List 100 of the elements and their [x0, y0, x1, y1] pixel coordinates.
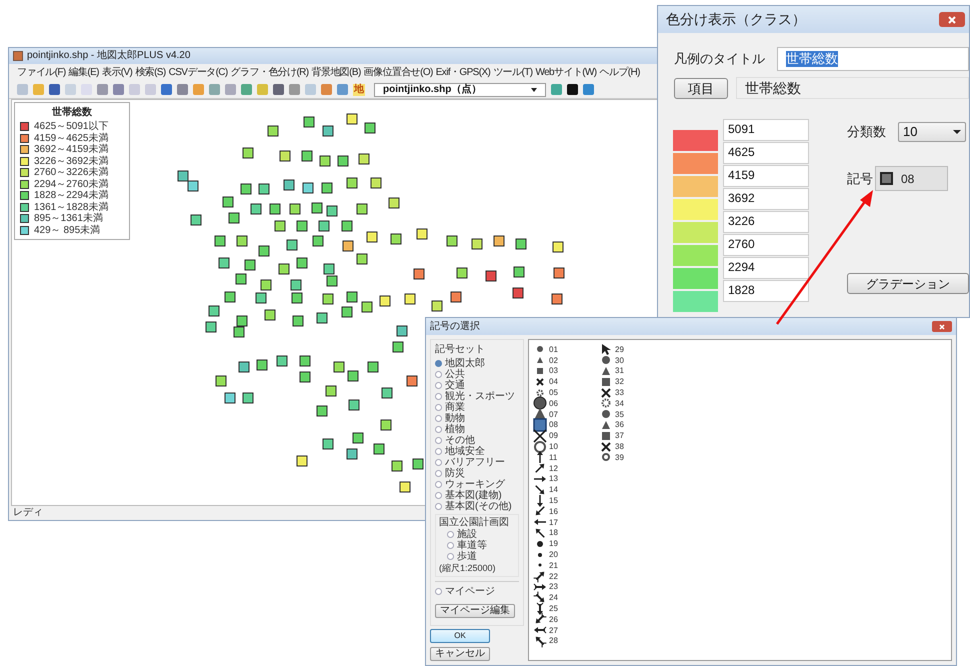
symbol-option[interactable]: 22 [533, 570, 599, 582]
radio-label[interactable]: 観光・スポーツ [445, 391, 515, 402]
menu-item[interactable]: グラフ・色分け(R) [230, 66, 309, 78]
symbol-option[interactable]: 29 [599, 344, 665, 355]
radio-icon[interactable] [435, 437, 442, 444]
class-value-field[interactable]: 3226 [723, 211, 809, 233]
radio-label[interactable]: ウォーキング [445, 479, 505, 490]
radio-icon[interactable] [447, 531, 454, 538]
symbol-option[interactable]: 17 [533, 516, 599, 528]
symbol-option[interactable]: 18 [533, 528, 599, 538]
radio-icon[interactable] [435, 448, 442, 455]
radio-label[interactable]: 動物 [445, 413, 465, 424]
ok-button[interactable]: OK [430, 629, 490, 643]
radio-label[interactable]: 施設 [457, 529, 477, 540]
class-value-field[interactable]: 4159 [723, 165, 809, 187]
radio-label[interactable]: 基本図(建物) [445, 490, 502, 501]
class-value-field[interactable]: 2760 [723, 234, 809, 256]
class-value-field[interactable]: 1828 [723, 280, 809, 302]
symbol-option[interactable]: 06 [533, 398, 599, 409]
class-value-field[interactable]: 5091 [723, 119, 809, 141]
symbol-option[interactable]: 05 [533, 387, 599, 398]
radio-label[interactable]: 植物 [445, 424, 465, 435]
symbol-option[interactable]: 30 [599, 354, 665, 366]
radio-icon[interactable] [435, 393, 442, 400]
class-value-field[interactable]: 4625 [723, 142, 809, 164]
radio-icon[interactable] [435, 470, 442, 477]
menu-item[interactable]: 編集(E) [68, 66, 99, 78]
menu-item[interactable]: 背景地図(B) [312, 66, 361, 78]
radio-label[interactable]: 地図太郎 [445, 358, 485, 369]
symbol-option[interactable]: 38 [599, 441, 665, 452]
map-tool-button[interactable]: 地 [353, 84, 365, 96]
radio-label[interactable]: 商業 [445, 402, 465, 413]
symbol-option[interactable]: 19 [533, 538, 599, 550]
symbol-option[interactable]: 39 [599, 452, 665, 463]
radio-icon[interactable] [435, 382, 442, 389]
symbol-option[interactable]: 33 [599, 387, 665, 398]
menu-item[interactable]: 検索(S) [135, 66, 166, 78]
symbol-option[interactable]: 34 [599, 398, 665, 409]
radio-icon[interactable] [435, 371, 442, 378]
radio-icon[interactable] [447, 542, 454, 549]
radio-label[interactable]: 車道等 [457, 540, 487, 551]
menu-item[interactable]: 画像位置合せ(O) [364, 66, 433, 78]
radio-label[interactable]: マイページ [445, 586, 495, 597]
radio-label[interactable]: 歩道 [457, 551, 477, 562]
menu-item[interactable]: ファイル(F) [17, 66, 66, 78]
symbol-option[interactable]: 24 [533, 592, 599, 604]
symbol-option[interactable]: 35 [599, 408, 665, 420]
radio-icon[interactable] [435, 415, 442, 422]
symbol-option[interactable]: 37 [599, 430, 665, 442]
symbol-option[interactable]: 21 [533, 560, 599, 571]
radio-icon[interactable] [435, 481, 442, 488]
symbol-option[interactable]: 36 [599, 420, 665, 430]
symbol-option[interactable]: 20 [533, 549, 599, 560]
close-button[interactable] [939, 12, 965, 27]
menu-item[interactable]: ツール(T) [493, 66, 532, 78]
radio-icon[interactable] [435, 459, 442, 466]
symbol-option[interactable]: 27 [533, 624, 599, 636]
symbol-option[interactable]: 11 [533, 452, 599, 463]
symbol-option[interactable]: 26 [533, 614, 599, 625]
symbol-option[interactable]: 09 [533, 430, 599, 442]
toolbar-icon[interactable] [567, 84, 578, 95]
symbol-option[interactable]: 15 [533, 495, 599, 506]
symbol-option[interactable]: 03 [533, 366, 599, 376]
radio-label[interactable]: 交通 [445, 380, 465, 391]
radio-icon[interactable] [435, 360, 442, 367]
radio-label[interactable]: 地域安全 [445, 446, 485, 457]
radio-label[interactable]: 基本図(その他) [445, 501, 512, 512]
symbol-option[interactable]: 08 [533, 420, 599, 430]
menu-item[interactable]: CSVデータ(C) [168, 66, 228, 78]
symbol-option[interactable]: 32 [599, 376, 665, 388]
radio-icon[interactable] [435, 588, 442, 595]
radio-icon[interactable] [447, 553, 454, 560]
radio-label[interactable]: 防災 [445, 468, 465, 479]
symbol-option[interactable]: 10 [533, 441, 599, 452]
symbol-option[interactable]: 16 [533, 506, 599, 517]
radio-label[interactable]: その他 [445, 435, 475, 446]
class-value-field[interactable]: 2294 [723, 257, 809, 279]
radio-label[interactable]: バリアフリー [445, 457, 505, 468]
symbol-option[interactable]: 01 [533, 344, 599, 355]
symbol-option[interactable]: 25 [533, 603, 599, 614]
menu-item[interactable]: ヘルプ(H) [600, 66, 640, 78]
mypage-edit-button[interactable]: マイページ編集 [435, 604, 515, 618]
menu-item[interactable]: Exif・GPS(X) [436, 66, 490, 78]
radio-label[interactable]: 公共 [445, 369, 465, 380]
symbol-option[interactable]: 04 [533, 376, 599, 388]
class-count-dropdown[interactable]: 10 [898, 122, 966, 142]
item-button[interactable]: 項目 [674, 78, 728, 98]
class-value-field[interactable]: 3692 [723, 188, 809, 210]
symbol-button[interactable]: 08 [875, 166, 948, 191]
gradation-button[interactable]: グラデーション [847, 273, 969, 294]
symbol-option[interactable]: 02 [533, 354, 599, 366]
symbol-option[interactable]: 28 [533, 636, 599, 646]
menu-item[interactable]: 表示(V) [102, 66, 132, 78]
symbol-option[interactable]: 31 [599, 366, 665, 376]
symbol-option[interactable]: 13 [533, 474, 599, 484]
cancel-button[interactable]: キャンセル [430, 647, 490, 661]
symbol-option[interactable]: 12 [533, 462, 599, 474]
radio-icon[interactable] [435, 404, 442, 411]
radio-icon[interactable] [435, 492, 442, 499]
symbol-option[interactable]: 14 [533, 484, 599, 496]
